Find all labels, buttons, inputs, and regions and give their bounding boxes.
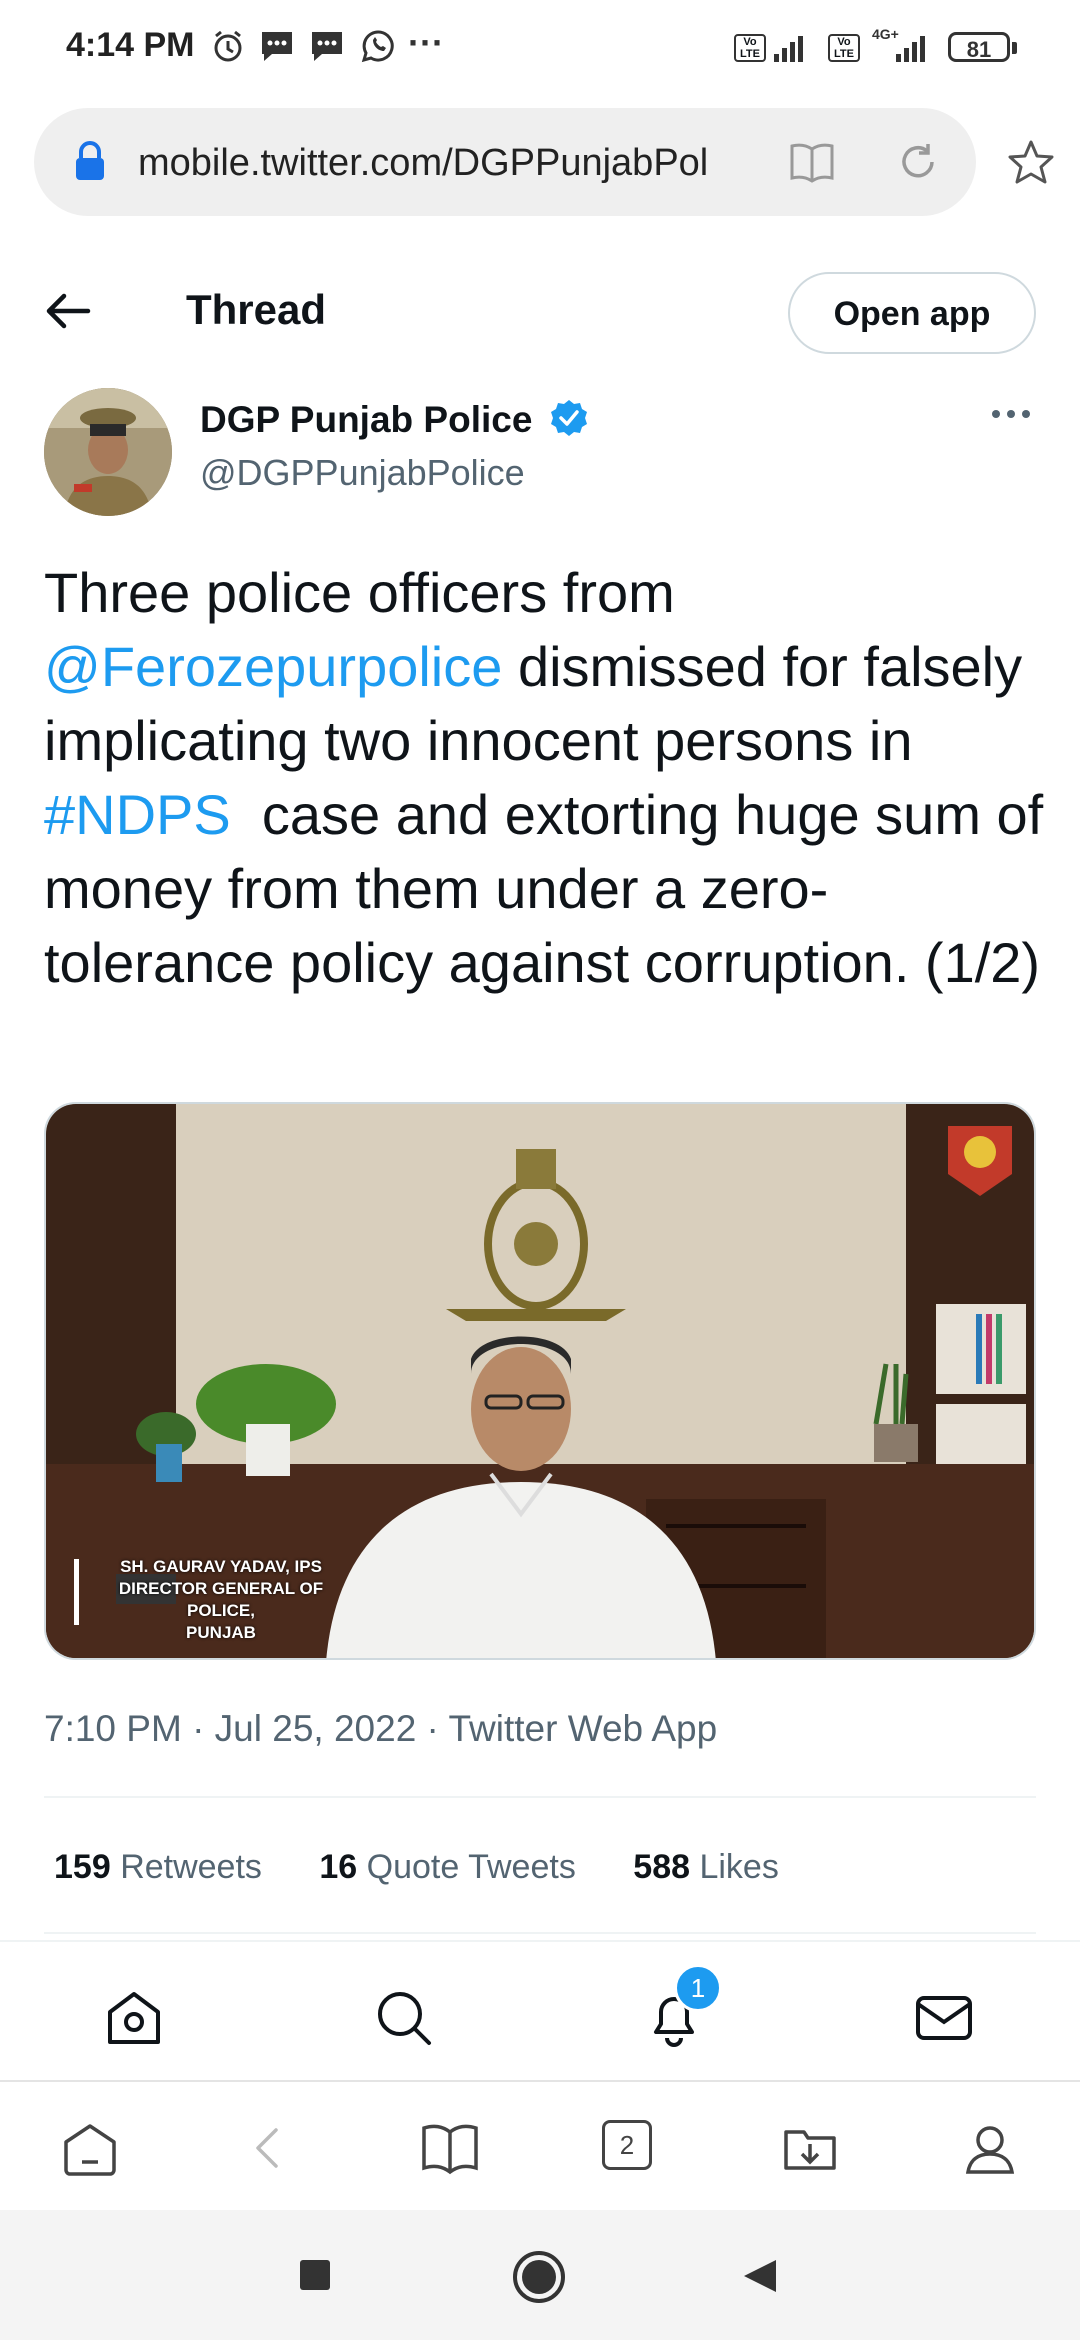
browser-toolbar: 2 bbox=[0, 2080, 1080, 2212]
tweet-timestamp[interactable]: 7:10 PM · Jul 25, 2022 · Twitter Web App bbox=[44, 1708, 717, 1750]
likes-label: Likes bbox=[699, 1848, 779, 1886]
message-icon-2 bbox=[312, 32, 342, 61]
address-bar[interactable]: mobile.twitter.com/DGPPunjabPol bbox=[34, 108, 976, 216]
author-name-text[interactable]: DGP Punjab Police bbox=[200, 399, 532, 440]
alarm-icon bbox=[214, 30, 242, 62]
quote-tweets-stat[interactable]: 16 Quote Tweets bbox=[319, 1848, 575, 1886]
lock-icon bbox=[76, 141, 104, 180]
likes-count: 588 bbox=[633, 1848, 691, 1886]
page-title: Thread bbox=[186, 286, 327, 333]
verified-badge-icon bbox=[550, 400, 587, 436]
volte-icon-2: Vo LTE bbox=[828, 34, 860, 62]
battery-indicator: 81 bbox=[948, 32, 1017, 62]
divider bbox=[44, 1796, 1036, 1798]
caption-line: PUNJAB bbox=[186, 1623, 256, 1642]
likes-stat[interactable]: 588 Likes bbox=[633, 1848, 779, 1886]
back-arrow-icon[interactable] bbox=[44, 290, 92, 332]
home-icon[interactable] bbox=[102, 1986, 166, 2050]
whatsapp-icon bbox=[361, 30, 394, 63]
more-options-icon[interactable] bbox=[990, 404, 1032, 424]
quotes-count: 16 bbox=[319, 1848, 358, 1886]
signal-icon bbox=[774, 36, 803, 62]
notifications-badge: 1 bbox=[674, 1964, 722, 2012]
tweet-text: Three police officers from @Ferozepurpol… bbox=[44, 556, 1044, 1000]
quotes-label: Quote Tweets bbox=[366, 1848, 576, 1886]
video-caption: SH. GAURAV YADAV, IPS DIRECTOR GENERAL O… bbox=[96, 1556, 346, 1644]
system-back-icon[interactable] bbox=[740, 2256, 780, 2296]
messages-icon[interactable] bbox=[912, 1986, 976, 2050]
search-icon[interactable] bbox=[372, 1986, 436, 2050]
profile-icon[interactable] bbox=[960, 2118, 1020, 2178]
divider bbox=[44, 1932, 1036, 1934]
tweet-text-part: Three police officers from bbox=[44, 561, 675, 624]
browser-home-icon[interactable] bbox=[60, 2118, 120, 2178]
caption-line: SH. GAURAV YADAV, IPS bbox=[120, 1557, 322, 1576]
recent-apps-icon[interactable] bbox=[298, 2258, 332, 2292]
message-icon bbox=[262, 32, 292, 61]
browser-back-icon[interactable] bbox=[240, 2118, 300, 2178]
reading-list-icon[interactable] bbox=[420, 2118, 480, 2178]
author-name[interactable]: DGP Punjab Police bbox=[200, 398, 589, 441]
tabs-button[interactable]: 2 bbox=[602, 2120, 652, 2170]
bookmark-star-icon[interactable] bbox=[1006, 138, 1056, 188]
url-text[interactable]: mobile.twitter.com/DGPPunjabPol bbox=[138, 142, 778, 185]
system-nav-bar bbox=[0, 2210, 1080, 2340]
hashtag-link[interactable]: #NDPS bbox=[44, 783, 231, 846]
retweets-count: 159 bbox=[54, 1848, 111, 1886]
tweet-stats: 159 Retweets 16 Quote Tweets 588 Likes bbox=[54, 1848, 779, 1887]
mention-link[interactable]: @Ferozepurpolice bbox=[44, 635, 502, 698]
caption-accent-bar bbox=[74, 1559, 79, 1625]
more-notifications-icon: ··· bbox=[408, 22, 444, 63]
caption-line: DIRECTOR GENERAL OF POLICE, bbox=[118, 1579, 324, 1620]
avatar-image bbox=[44, 388, 172, 516]
retweets-stat[interactable]: 159 Retweets bbox=[54, 1848, 262, 1886]
downloads-icon[interactable] bbox=[780, 2118, 840, 2178]
open-app-button[interactable]: Open app bbox=[788, 272, 1036, 354]
signal-icon-2 bbox=[896, 36, 925, 62]
avatar[interactable] bbox=[44, 388, 172, 516]
home-button-icon[interactable] bbox=[512, 2250, 566, 2304]
author-handle[interactable]: @DGPPunjabPolice bbox=[200, 452, 525, 494]
twitter-bottom-nav bbox=[0, 1940, 1080, 2082]
status-time: 4:14 PM bbox=[66, 26, 195, 64]
reader-mode-icon[interactable] bbox=[788, 140, 836, 184]
retweets-label: Retweets bbox=[120, 1848, 262, 1886]
status-bar: 4:14 PM ··· Vo LTE Vo LTE 4G+ 81 bbox=[0, 0, 1080, 100]
reload-icon[interactable] bbox=[896, 140, 940, 184]
tweet-video[interactable]: SH. GAURAV YADAV, IPS DIRECTOR GENERAL O… bbox=[44, 1102, 1036, 1660]
volte-icon: Vo LTE bbox=[734, 34, 766, 62]
